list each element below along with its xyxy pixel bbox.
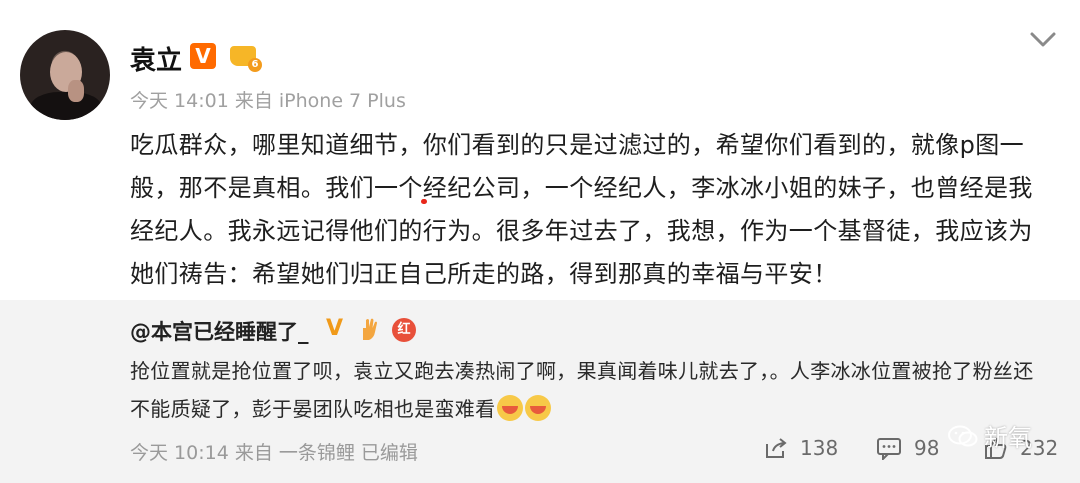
post-text-segment: 吃瓜群众，哪里知道细节，	[130, 131, 423, 159]
avatar[interactable]	[20, 30, 110, 120]
repost-text: 抢位置就是抢位置了呗，袁立又跑去凑热闹了啊，果真闻着味儿就去了，。人李冰冰位置被…	[130, 352, 1050, 428]
chevron-down-icon[interactable]	[1028, 28, 1058, 52]
comment-count: 98	[914, 436, 940, 460]
post-meta: 今天 14:01 来自 iPhone 7 Plus	[130, 90, 406, 112]
share-icon	[766, 438, 787, 458]
hand-badge-icon	[363, 318, 377, 340]
watermark: 新氧	[948, 418, 1032, 453]
share-button[interactable]: 138	[764, 436, 838, 460]
verified-badge: V	[326, 316, 344, 341]
comment-button[interactable]: 98	[876, 436, 939, 460]
post-text: 吃瓜群众，哪里知道细节，你们看到的只是过滤过的，希望你们看到的，就像p图一般，那…	[130, 124, 1050, 296]
weibo-post: 袁立 V 6 今天 14:01 来自 iPhone 7 Plus 吃瓜群众，哪里…	[0, 0, 1080, 300]
repost-text-body: 抢位置就是抢位置了呗，袁立又跑去凑热闹了啊，果真闻着味儿就去了，。人李冰冰位置被…	[130, 359, 1034, 421]
wechat-icon	[948, 425, 978, 446]
laughing-emoji-icon	[525, 395, 552, 421]
repost-comment: @本宫已经睡醒了_ V 红 抢位置就是抢位置了呗，袁立又跑去凑热闹了啊，果真闻着…	[0, 300, 1080, 483]
share-count: 138	[800, 436, 839, 460]
repost-meta: 今天 10:14 来自 一条锦鲤 已编辑	[130, 442, 418, 464]
repost-username[interactable]: @本宫已经睡醒了_	[130, 316, 309, 346]
verified-badge: V	[190, 43, 216, 69]
author-name[interactable]: 袁立	[130, 40, 182, 77]
laughing-emoji-icon	[497, 395, 524, 421]
watermark-text: 新氧	[984, 424, 1032, 452]
crown-level-badge: 6	[228, 42, 262, 72]
comment-icon	[877, 438, 901, 460]
level-number: 6	[248, 58, 262, 72]
red-badge: 红	[392, 318, 416, 342]
